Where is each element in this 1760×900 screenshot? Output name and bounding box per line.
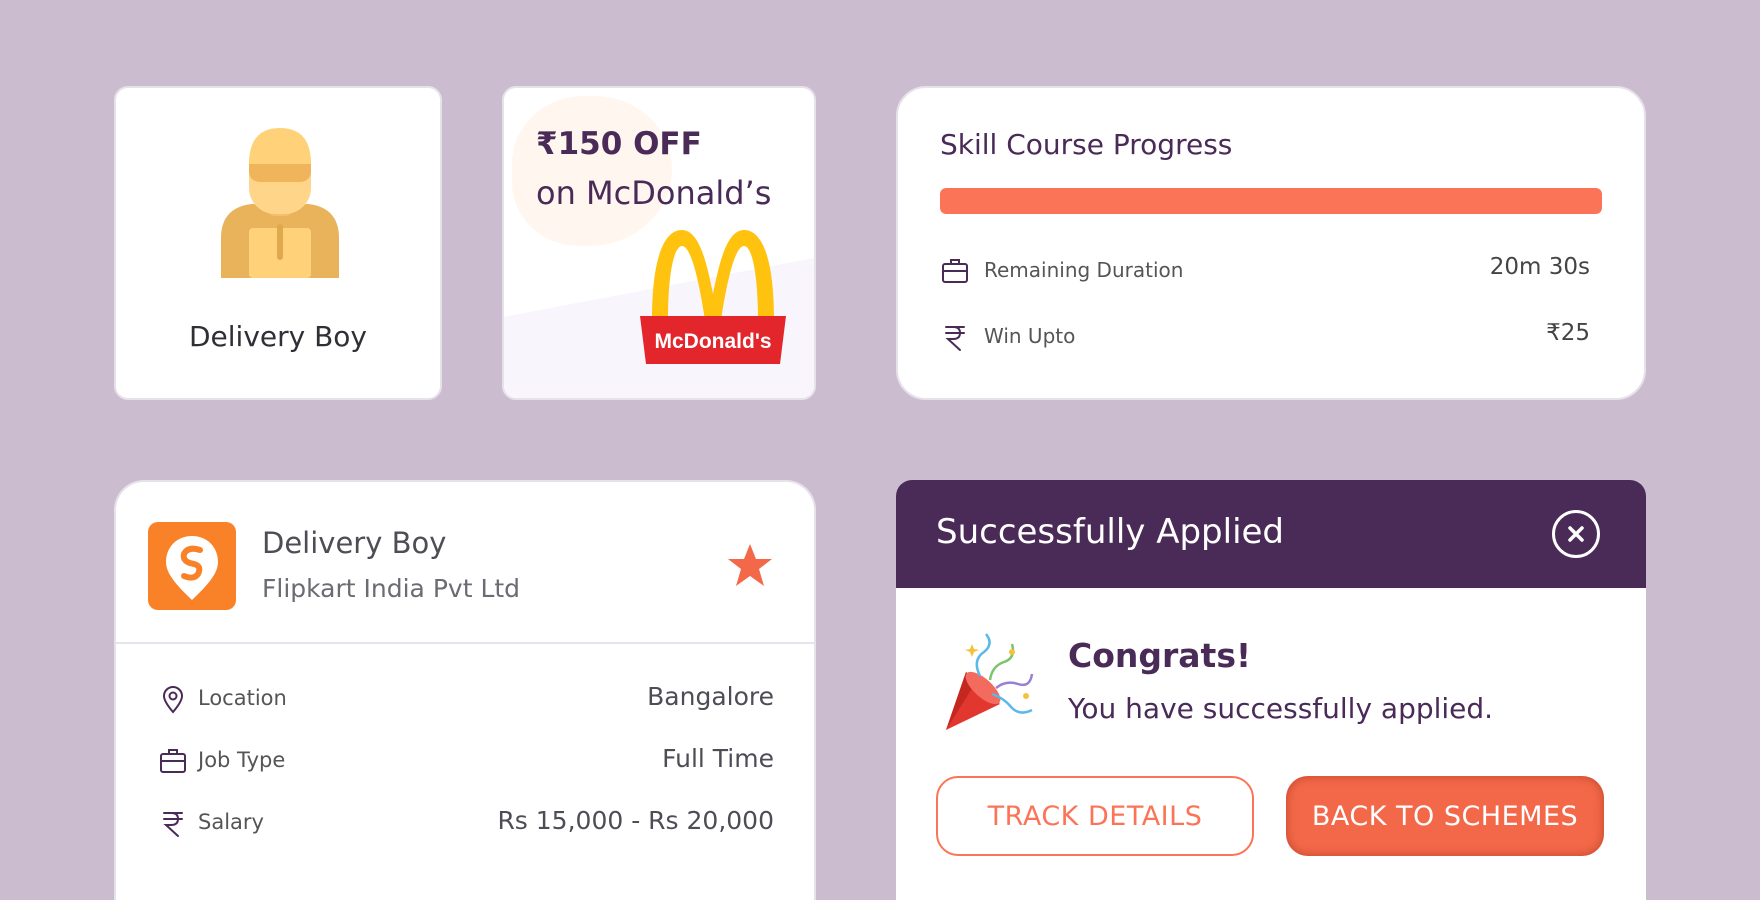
offer-amount: ₹150 OFF xyxy=(536,126,702,162)
briefcase-icon xyxy=(942,259,968,283)
progress-bar-fill xyxy=(940,188,1602,214)
remaining-duration-label: Remaining Duration xyxy=(984,258,1184,282)
win-upto-label: Win Upto xyxy=(984,324,1076,348)
salary-row: Salary Rs 15,000 - Rs 20,000 xyxy=(158,806,774,842)
party-popper-icon xyxy=(946,633,1034,730)
job-card-divider xyxy=(116,642,814,644)
profile-card[interactable]: Delivery Boy xyxy=(114,86,442,400)
remaining-duration-row: Remaining Duration 20m 30s xyxy=(940,254,1590,288)
success-message: You have successfully applied. xyxy=(1068,692,1494,725)
offer-card[interactable]: ₹150 OFF on McDonald’s McDonald's xyxy=(502,86,816,400)
company-name: Flipkart India Pvt Ltd xyxy=(262,574,521,603)
win-upto-value: ₹25 xyxy=(1546,320,1590,346)
offer-brand-line: on McDonald’s xyxy=(536,174,772,212)
progress-title: Skill Course Progress xyxy=(940,128,1233,161)
remaining-duration-value: 20m 30s xyxy=(1489,254,1590,280)
close-button[interactable] xyxy=(1552,510,1600,558)
modal-title: Successfully Applied xyxy=(936,512,1285,552)
location-row: Location Bangalore xyxy=(158,682,774,718)
location-value: Bangalore xyxy=(647,682,774,711)
star-icon[interactable] xyxy=(726,542,774,588)
close-icon xyxy=(1568,526,1584,542)
job-type-value: Full Time xyxy=(662,744,774,773)
job-type-label: Job Type xyxy=(198,748,286,772)
location-label: Location xyxy=(198,686,287,710)
salary-value: Rs 15,000 - Rs 20,000 xyxy=(497,806,774,835)
swiggy-logo-icon xyxy=(166,536,218,600)
mcdonalds-logo-text: McDonald's xyxy=(654,330,771,353)
job-card[interactable]: Delivery Boy Flipkart India Pvt Ltd Loca… xyxy=(114,480,816,900)
company-logo xyxy=(148,522,236,610)
rupee-icon xyxy=(163,812,183,837)
delivery-person-icon xyxy=(221,128,339,278)
rupee-icon xyxy=(945,326,965,351)
success-modal: Successfully Applied Congrats! You have … xyxy=(896,480,1646,900)
salary-label: Salary xyxy=(198,810,264,834)
mcdonalds-logo: McDonald's xyxy=(640,230,786,364)
congrats-heading: Congrats! xyxy=(1068,636,1252,675)
job-type-row: Job Type Full Time xyxy=(158,744,774,780)
progress-bar xyxy=(940,188,1602,214)
location-pin-icon xyxy=(162,686,184,714)
win-upto-row: Win Upto ₹25 xyxy=(940,320,1590,354)
modal-header: Successfully Applied xyxy=(896,480,1646,588)
profile-title: Delivery Boy xyxy=(188,320,368,353)
back-to-schemes-button[interactable]: BACK TO SCHEMES xyxy=(1286,776,1604,856)
track-details-button[interactable]: TRACK DETAILS xyxy=(936,776,1254,856)
job-title[interactable]: Delivery Boy xyxy=(262,526,446,560)
skill-progress-card: Skill Course Progress Remaining Duration… xyxy=(896,86,1646,400)
briefcase-icon xyxy=(160,749,186,773)
